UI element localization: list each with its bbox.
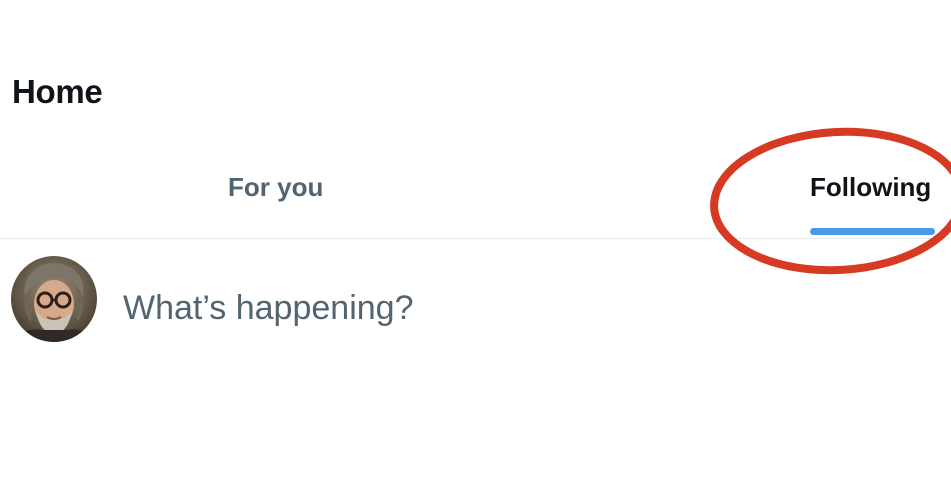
active-tab-indicator bbox=[810, 228, 935, 235]
header-divider bbox=[0, 238, 951, 239]
avatar[interactable] bbox=[11, 256, 97, 342]
compose-input[interactable] bbox=[123, 284, 723, 332]
user-avatar-icon bbox=[11, 256, 97, 342]
red-circle-annotation bbox=[710, 127, 951, 275]
tab-for-you[interactable]: For you bbox=[228, 172, 323, 203]
tab-following[interactable]: Following bbox=[810, 172, 931, 203]
page-title: Home bbox=[12, 73, 103, 110]
